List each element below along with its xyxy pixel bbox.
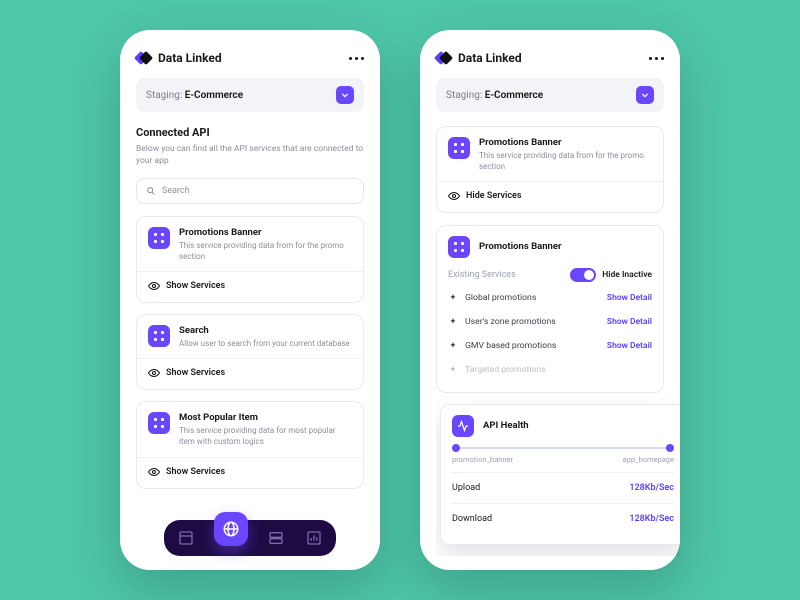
phone-connected-api: Data Linked Staging: E-Commerce Connecte… (120, 30, 380, 570)
api-card-expanded[interactable]: Promotions Banner This service providing… (436, 126, 664, 213)
show-services-button[interactable]: Show Services (148, 280, 352, 292)
services-panel: Promotions Banner Existing Services Hide… (436, 225, 664, 393)
grid-icon (148, 325, 170, 347)
health-track (452, 447, 674, 449)
staging-selector[interactable]: Staging: E-Commerce (436, 78, 664, 112)
show-detail-link[interactable]: Show Detail (607, 293, 652, 303)
nav-analytics-icon[interactable] (304, 528, 324, 548)
sparkle-icon: ✦ (448, 365, 458, 375)
api-card-desc: This service providing data for most pop… (179, 425, 352, 447)
api-card-desc: This service providing data from for the… (479, 150, 652, 172)
show-detail-link[interactable]: Show Detail (607, 341, 652, 351)
endpoint-dot-icon (666, 444, 674, 452)
search-input[interactable]: Search (136, 178, 364, 204)
stat-value: 128Kb/Sec (629, 483, 674, 493)
api-card-title: Promotions Banner (179, 227, 352, 238)
staging-label: Staging: E-Commerce (446, 90, 543, 101)
service-row-disabled: ✦Targeted promotions (448, 358, 652, 382)
show-services-button[interactable]: Show Services (148, 466, 352, 478)
service-row[interactable]: ✦User's zone promotions Show Detail (448, 310, 652, 334)
detail-scroll: Promotions Banner This service providing… (436, 126, 680, 556)
staging-label: Staging: E-Commerce (146, 90, 243, 101)
stat-row: Download 128Kb/Sec (452, 503, 674, 534)
show-services-button[interactable]: Show Services (148, 367, 352, 379)
api-card[interactable]: Search Allow user to search from your cu… (136, 314, 364, 390)
endpoint-b-label: app_homepage (623, 455, 674, 464)
stat-value: 128Kb/Sec (629, 514, 674, 524)
grid-icon (148, 227, 170, 249)
switch-icon[interactable] (570, 268, 596, 282)
services-panel-title: Promotions Banner (479, 241, 561, 252)
brand-name: Data Linked (458, 51, 522, 65)
activity-icon (452, 415, 474, 437)
sparkle-icon: ✦ (448, 341, 458, 351)
header: Data Linked (436, 50, 664, 66)
chevron-down-icon[interactable] (336, 86, 354, 104)
eye-icon (448, 190, 460, 202)
nav-server-icon[interactable] (266, 528, 286, 548)
sparkle-icon: ✦ (448, 317, 458, 327)
api-card-list: Promotions Banner This service providing… (136, 216, 364, 500)
existing-services-label: Existing Services (448, 270, 516, 280)
show-detail-link[interactable]: Show Detail (607, 317, 652, 327)
nav-globe-icon[interactable] (214, 512, 248, 546)
api-health-panel: API Health promotion_banner app_homepage… (440, 404, 680, 545)
nav-dashboard-icon[interactable] (176, 528, 196, 548)
logo-icon (436, 50, 452, 66)
bottom-nav (164, 520, 336, 556)
staging-selector[interactable]: Staging: E-Commerce (136, 78, 364, 112)
service-row[interactable]: ✦GMV based promotions Show Detail (448, 334, 652, 358)
sparkle-icon: ✦ (448, 293, 458, 303)
section-desc: Below you can find all the API services … (136, 143, 364, 168)
search-icon (146, 186, 156, 196)
endpoint-a-label: promotion_banner (452, 455, 513, 464)
endpoint-dot-icon (452, 444, 460, 452)
eye-icon (148, 466, 160, 478)
brand: Data Linked (136, 50, 222, 66)
service-row[interactable]: ✦Global promotions Show Detail (448, 286, 652, 310)
api-card-title: Search (179, 325, 350, 336)
search-placeholder: Search (162, 186, 190, 196)
api-card-desc: This service providing data from for the… (179, 240, 352, 262)
hide-services-button[interactable]: Hide Services (448, 190, 652, 202)
brand: Data Linked (436, 50, 522, 66)
eye-icon (148, 280, 160, 292)
api-card-title: Most Popular Item (179, 412, 352, 423)
grid-icon (148, 412, 170, 434)
api-card-title: Promotions Banner (479, 137, 652, 148)
phone-service-detail: Data Linked Staging: E-Commerce Promotio… (420, 30, 680, 570)
hide-inactive-toggle[interactable]: Hide Inactive (570, 268, 652, 282)
header: Data Linked (136, 50, 364, 66)
stat-row: Upload 128Kb/Sec (452, 472, 674, 503)
grid-icon (448, 137, 470, 159)
more-icon[interactable] (349, 57, 364, 60)
section-title: Connected API (136, 126, 364, 139)
eye-icon (148, 367, 160, 379)
grid-icon (448, 236, 470, 258)
api-health-title: API Health (483, 420, 529, 431)
more-icon[interactable] (649, 57, 664, 60)
brand-name: Data Linked (158, 51, 222, 65)
logo-icon (136, 50, 152, 66)
chevron-down-icon[interactable] (636, 86, 654, 104)
api-card[interactable]: Promotions Banner This service providing… (136, 216, 364, 303)
api-card-desc: Allow user to search from your current d… (179, 338, 350, 349)
api-card[interactable]: Most Popular Item This service providing… (136, 401, 364, 488)
